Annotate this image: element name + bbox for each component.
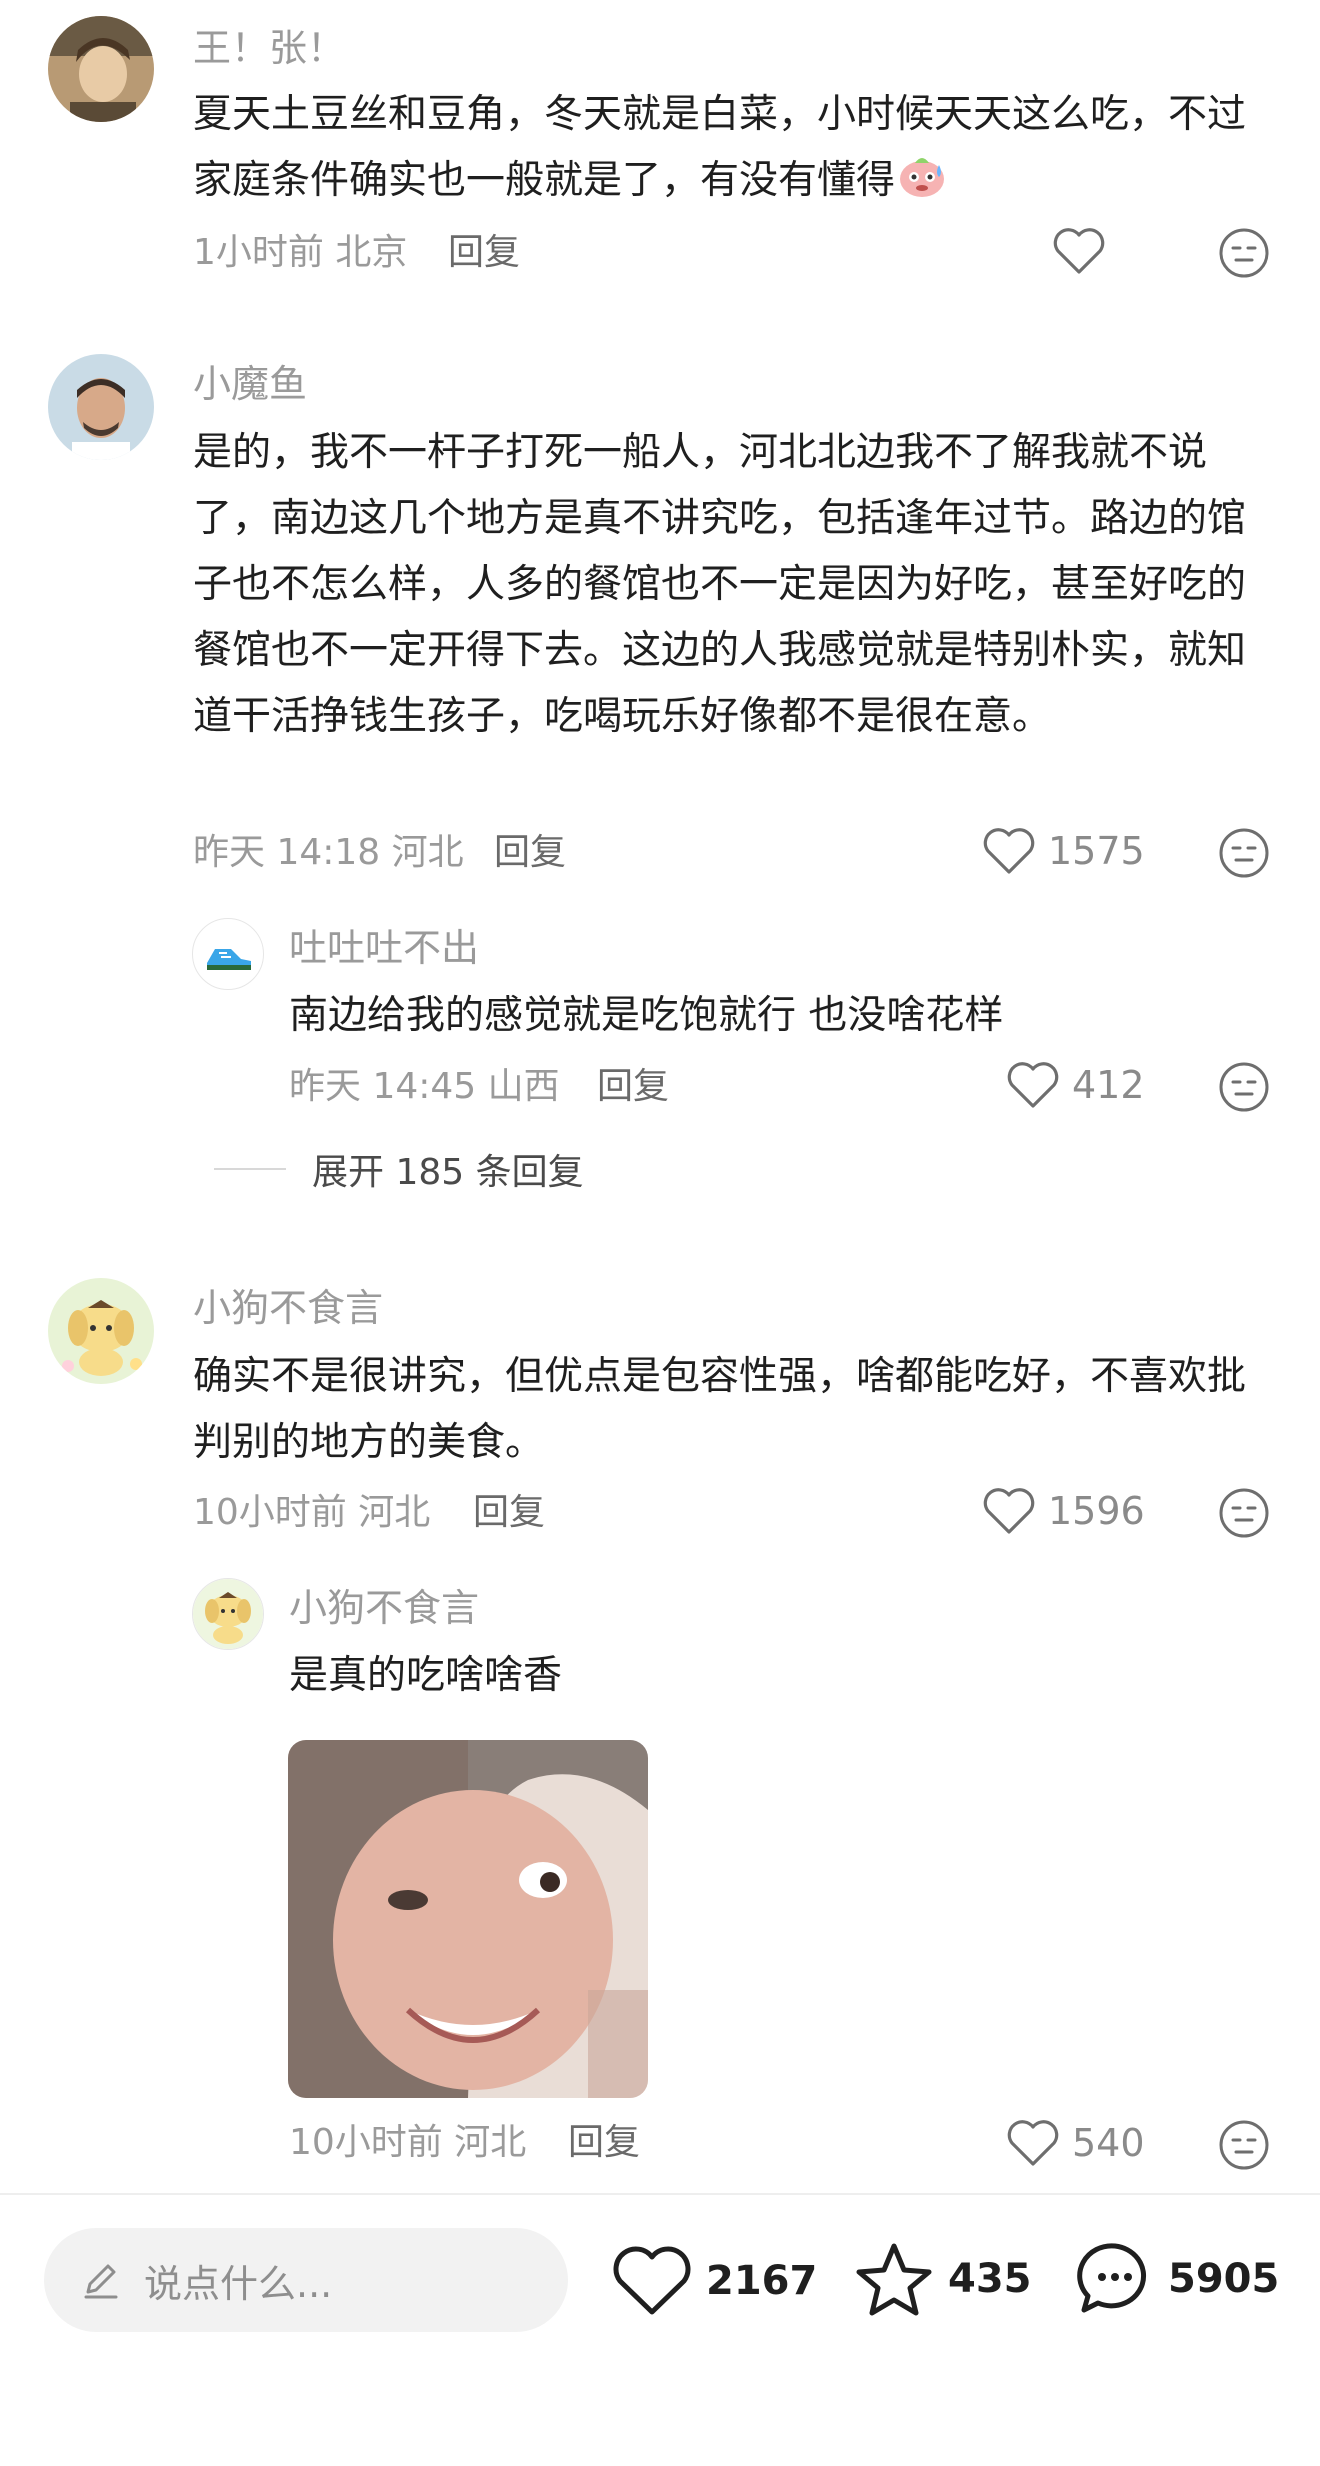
reply-button[interactable]: 回复	[597, 1064, 669, 1110]
heart-outline-icon	[1007, 1062, 1059, 1108]
comment-meta: 10小时前 河北	[193, 1490, 430, 1536]
like-count: 412	[1072, 1063, 1145, 1107]
bottom-bar-divider	[0, 2193, 1320, 2195]
heart-outline-icon	[983, 1488, 1035, 1534]
expand-divider	[214, 1168, 286, 1170]
comment-text: 是的，我不一杆子打死一船人，河北北边我不了解我就不说了，南边这几个地方是真不讲究…	[193, 430, 1247, 739]
comment-text: 夏天土豆丝和豆角，冬天就是白菜，小时候天天这么吃，不过家庭条件确实也一般就是了，…	[193, 82, 1253, 222]
like-button[interactable]: 1596	[982, 1486, 1145, 1536]
dislike-face-icon[interactable]	[1217, 826, 1271, 880]
pencil-icon	[84, 2264, 118, 2299]
avatar-user-xiaomoyu[interactable]	[48, 354, 154, 460]
comment-time: 昨天 14:18	[193, 832, 381, 873]
like-count: 1596	[1048, 1489, 1145, 1533]
dislike-face-icon[interactable]	[1217, 1060, 1271, 1114]
heart-outline-icon	[1053, 228, 1105, 274]
avatar-user-xiaogoubushiyan[interactable]	[48, 1278, 154, 1384]
comment-text: 确实不是很讲究，但优点是包容性强，啥都能吃好，不喜欢批判别的地方的美食。	[193, 1354, 1247, 1465]
comment-username[interactable]: 小魔鱼	[193, 360, 307, 408]
reply-location: 河北	[454, 2122, 527, 2163]
reply-text: 是真的吃啥啥香	[289, 1653, 563, 1698]
heart-outline-icon	[1007, 2120, 1059, 2166]
dislike-face-icon[interactable]	[1217, 226, 1271, 280]
reply-button[interactable]: 回复	[473, 1490, 545, 1536]
comment-input[interactable]: 说点什么...	[44, 2228, 568, 2332]
comment-meta: 1小时前 北京	[193, 230, 407, 276]
comment-location: 河北	[358, 1492, 431, 1533]
comment-time: 10小时前	[193, 1492, 347, 1533]
like-button[interactable]	[1052, 226, 1106, 276]
comments-count: 5905	[1168, 2256, 1280, 2302]
like-post-count: 2167	[706, 2258, 818, 2304]
favorite-count: 435	[948, 2256, 1032, 2302]
reply-meta: 昨天 14:45 山西	[289, 1064, 560, 1110]
comment-text-content: 夏天土豆丝和豆角，冬天就是白菜，小时候天天这么吃，不过家庭条件确实也一般就是了，…	[193, 92, 1247, 203]
comment-meta: 昨天 14:18 河北	[193, 830, 464, 876]
favorite-button[interactable]: 435	[854, 2240, 1032, 2318]
expand-replies-button[interactable]: 展开 185 条回复	[214, 1143, 584, 1195]
comment-location: 北京	[335, 232, 408, 273]
star-icon	[856, 2243, 932, 2316]
avatar-user-wangzhang[interactable]	[48, 16, 154, 122]
reply-meta: 10小时前 河北	[289, 2120, 526, 2166]
avatar-user-xiaogoubushiyan-reply[interactable]	[192, 1578, 264, 1650]
reply-location: 山西	[487, 1066, 560, 1107]
like-count: 1575	[1048, 829, 1145, 873]
heart-outline-icon	[983, 828, 1035, 874]
comment-time: 1小时前	[193, 232, 324, 273]
comment-username[interactable]: 王！张！	[193, 24, 345, 72]
reply-button[interactable]: 回复	[568, 2120, 640, 2166]
reply-time: 10小时前	[289, 2122, 443, 2163]
heart-icon	[613, 2246, 691, 2315]
like-post-button[interactable]: 2167	[612, 2244, 817, 2318]
reply-username[interactable]: 吐吐吐不出	[289, 924, 479, 972]
reply-time: 昨天 14:45	[289, 1066, 477, 1107]
expand-replies-label: 展开 185 条回复	[312, 1152, 584, 1193]
sweating-face-emoji-icon	[897, 151, 947, 222]
reply-image-photo[interactable]	[288, 1740, 648, 2098]
reply-button[interactable]: 回复	[494, 830, 566, 876]
comments-button[interactable]: 5905	[1076, 2240, 1279, 2318]
like-count: 540	[1072, 2121, 1145, 2165]
like-button[interactable]: 540	[1006, 2118, 1145, 2168]
like-button[interactable]: 412	[1006, 1060, 1145, 1110]
comment-input-placeholder: 说点什么...	[144, 2261, 333, 2306]
dislike-face-icon[interactable]	[1217, 1486, 1271, 1540]
chat-bubble-icon	[1077, 2243, 1147, 2313]
reply-button[interactable]: 回复	[448, 230, 520, 276]
reply-text: 南边给我的感觉就是吃饱就行 也没啥花样	[289, 993, 1004, 1038]
reply-username[interactable]: 小狗不食言	[289, 1584, 479, 1632]
comment-username[interactable]: 小狗不食言	[193, 1284, 383, 1332]
comment-location: 河北	[391, 832, 464, 873]
avatar-user-tututubuchu[interactable]	[192, 918, 264, 990]
like-button[interactable]: 1575	[982, 826, 1145, 876]
dislike-face-icon[interactable]	[1217, 2118, 1271, 2172]
